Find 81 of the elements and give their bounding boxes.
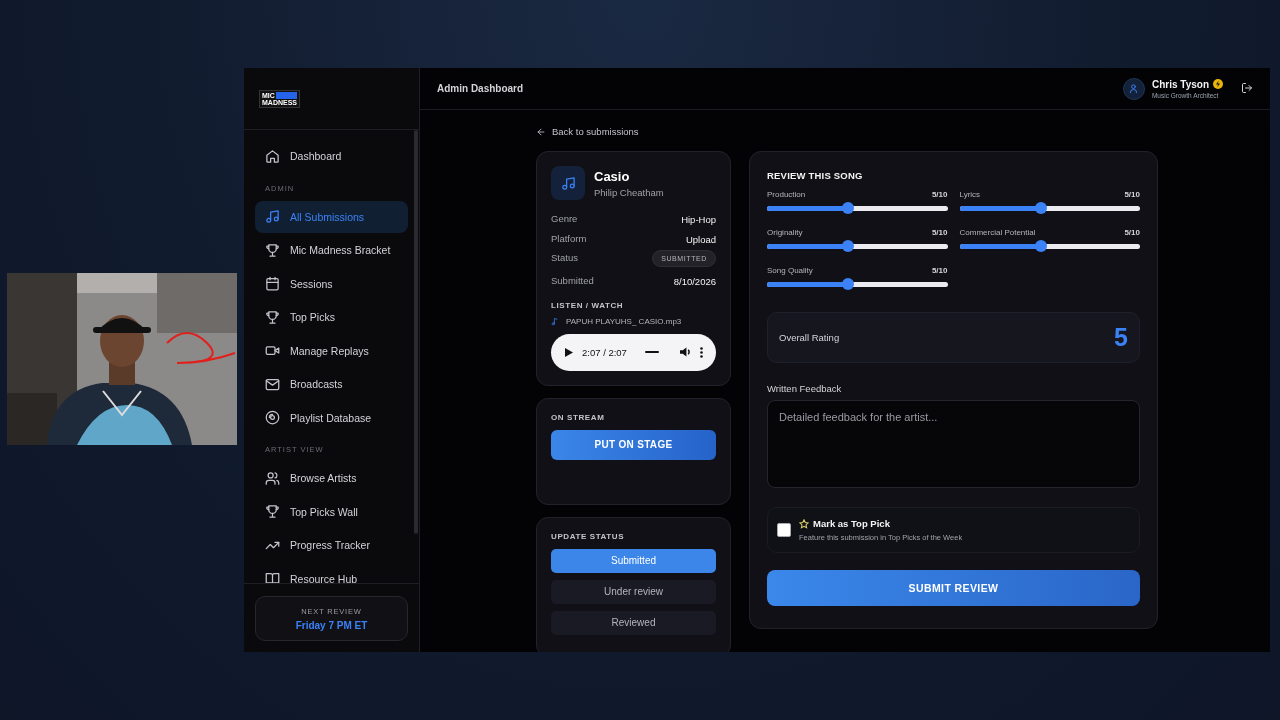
top-pick-title: Mark as Top Pick xyxy=(813,518,890,529)
nav-item[interactable]: Manage Replays xyxy=(255,334,408,367)
nav-item[interactable]: Dashboard xyxy=(255,140,408,172)
trophy-icon xyxy=(265,242,280,258)
detail-value: Upload xyxy=(685,233,716,245)
criterion-label: Originality xyxy=(767,228,803,237)
trophy-icon xyxy=(265,504,280,519)
artist-name: Philip Cheatham xyxy=(594,186,664,198)
nav-item[interactable]: Browse Artists xyxy=(255,462,408,494)
video-camera-icon xyxy=(265,343,280,358)
criterion-label: Song Quality xyxy=(767,266,813,275)
lightning-badge-icon xyxy=(1213,79,1223,89)
overall-rating-value: 5 xyxy=(1114,323,1128,352)
arrow-left-icon xyxy=(536,126,546,137)
detail-label: Status xyxy=(551,251,578,263)
criterion-label: Production xyxy=(767,190,806,199)
slider-thumb[interactable] xyxy=(1034,240,1047,252)
nav-item[interactable]: Resource Hub xyxy=(255,562,408,583)
nav-item[interactable]: Top Picks Wall xyxy=(255,495,408,528)
slider-thumb[interactable] xyxy=(1034,202,1047,214)
status-option[interactable]: Reviewed xyxy=(551,610,716,635)
status-option[interactable]: Submitted xyxy=(551,548,716,573)
user-name: Chris Tyson xyxy=(1151,78,1209,90)
field-label: Written Feedback xyxy=(767,383,843,394)
page-title: Admin Dashboard xyxy=(437,83,525,94)
detail-label: Submitted xyxy=(551,274,594,286)
submit-review-button[interactable]: SUBMIT REVIEW xyxy=(767,570,1140,606)
disc-icon xyxy=(265,410,280,425)
playback-time: 2:07 / 2:07 xyxy=(582,346,628,358)
detail-label: Platform xyxy=(551,231,587,244)
nav-item[interactable]: Top Picks xyxy=(255,301,408,333)
more-options-icon[interactable] xyxy=(700,346,703,358)
detail-value: 8/10/2026 xyxy=(673,276,716,288)
top-pick-checkbox[interactable] xyxy=(777,523,791,537)
section-heading: UPDATE STATUS xyxy=(551,531,626,541)
star-icon xyxy=(799,518,809,529)
nav-item[interactable]: Progress Tracker xyxy=(255,529,408,561)
criterion-label: Lyrics xyxy=(959,190,981,199)
user-icon xyxy=(1128,83,1140,94)
song-title: Casio xyxy=(594,168,631,184)
calendar-icon xyxy=(265,276,280,291)
book-icon xyxy=(265,571,280,583)
feedback-field[interactable]: Detailed feedback for the artist... xyxy=(767,400,1140,488)
detail-label: Genre xyxy=(551,212,578,224)
criterion-label: Commercial Potential xyxy=(959,228,1036,237)
score-reading: 5/10 xyxy=(1124,190,1140,199)
nav-item[interactable]: All Submissions xyxy=(255,200,408,233)
music-note-icon xyxy=(265,209,280,224)
score-reading: 5/10 xyxy=(931,228,948,237)
section-heading: LISTEN / WATCH xyxy=(551,300,625,310)
overall-rating-label: Overall Rating xyxy=(779,332,840,343)
avatar[interactable] xyxy=(1122,77,1145,100)
status-option[interactable]: Under review xyxy=(551,579,716,604)
put-on-stage-button[interactable]: PUT ON STAGE xyxy=(551,429,716,460)
nav-item[interactable]: Broadcasts xyxy=(255,368,408,400)
volume-icon[interactable] xyxy=(680,347,691,357)
trophy-icon xyxy=(265,309,280,325)
users-icon xyxy=(265,470,280,486)
slider-thumb[interactable] xyxy=(842,202,855,214)
slider-thumb[interactable] xyxy=(842,278,855,290)
score-reading: 5/10 xyxy=(931,266,948,275)
nav-item[interactable]: Sessions xyxy=(255,267,408,300)
music-note-icon xyxy=(560,175,576,191)
home-icon xyxy=(265,148,280,164)
score-reading: 5/10 xyxy=(1124,228,1140,237)
audio-player[interactable]: 2:07 / 2:07 xyxy=(551,333,716,371)
score-reading: 5/10 xyxy=(931,190,948,199)
logout-icon xyxy=(1241,81,1253,94)
slider-thumb[interactable] xyxy=(842,240,855,252)
play-icon[interactable] xyxy=(565,347,573,357)
section-heading: REVIEW THIS SONG xyxy=(767,170,864,181)
file-name: PAPUH PLAYUHS_ CASIO.mp3 xyxy=(566,316,682,326)
back-link[interactable]: Back to submissions xyxy=(536,126,639,137)
detail-value: Hip-Hop xyxy=(681,214,716,226)
nav-item[interactable]: Playlist Database xyxy=(255,401,408,434)
section-heading: ON STREAM xyxy=(551,412,606,422)
seek-bar[interactable] xyxy=(645,350,659,354)
next-review-time: Friday 7 PM ET xyxy=(295,619,368,631)
mail-icon xyxy=(265,376,280,392)
nav-item[interactable]: Mic Madness Bracket xyxy=(255,234,408,266)
music-note-icon xyxy=(551,316,560,326)
